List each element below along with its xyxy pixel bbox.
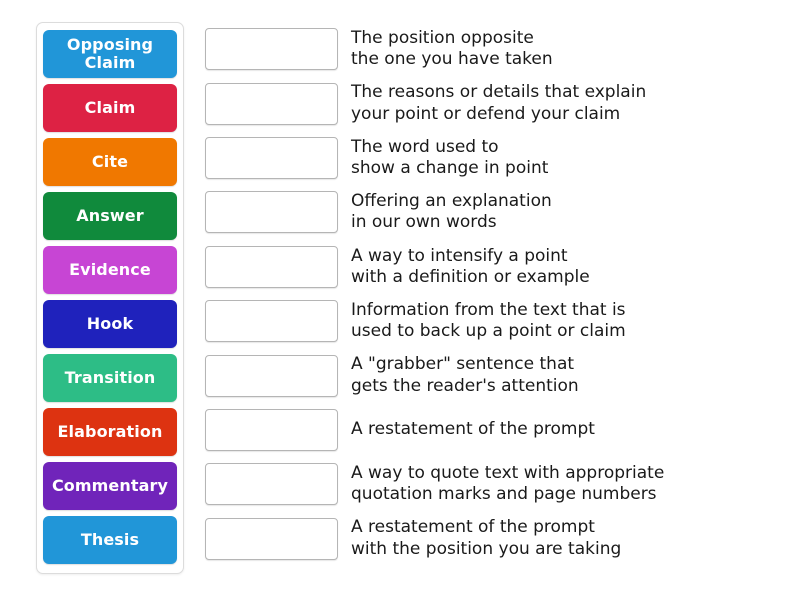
- definition-text: The position opposite the one you have t…: [351, 27, 553, 70]
- answer-dropzone[interactable]: [205, 408, 338, 451]
- term-tile-label: Answer: [76, 206, 144, 226]
- term-tile-label: Thesis: [80, 530, 140, 550]
- answer-dropzone[interactable]: [205, 82, 338, 125]
- match-row: The word used to show a change in point: [205, 131, 780, 185]
- definition-text: A restatement of the prompt: [351, 419, 595, 440]
- term-tile-hook[interactable]: Hook: [43, 300, 177, 348]
- term-tile-commentary[interactable]: Commentary: [43, 462, 177, 510]
- term-tile-claim[interactable]: Claim: [43, 84, 177, 132]
- term-tiles-panel: Opposing Claim Claim Cite Answer Evidenc…: [36, 22, 184, 574]
- definition-text: The reasons or details that explain your…: [351, 82, 647, 124]
- match-row: Offering an explanation in our own words: [205, 185, 780, 239]
- definition-text: Information from the text that is used t…: [351, 299, 626, 342]
- term-tile-elaboration[interactable]: Elaboration: [43, 408, 177, 456]
- answer-dropzone[interactable]: [205, 191, 338, 234]
- answer-dropzone[interactable]: [205, 354, 338, 397]
- term-tile-label: Opposing Claim: [66, 35, 154, 72]
- term-tile-transition[interactable]: Transition: [43, 354, 177, 402]
- match-row: A restatement of the prompt with the pos…: [205, 512, 780, 566]
- term-tile-evidence[interactable]: Evidence: [43, 246, 177, 294]
- definition-text: A way to intensify a point with a defini…: [351, 245, 590, 287]
- answer-dropzone[interactable]: [205, 136, 338, 179]
- definition-rows: The position opposite the one you have t…: [205, 22, 780, 566]
- term-tile-label: Transition: [64, 368, 156, 388]
- definition-text: A "grabber" sentence that gets the reade…: [351, 354, 579, 396]
- match-up-activity: Opposing Claim Claim Cite Answer Evidenc…: [0, 0, 800, 600]
- answer-dropzone[interactable]: [205, 517, 338, 560]
- term-tile-answer[interactable]: Answer: [43, 192, 177, 240]
- match-row: A way to quote text with appropriate quo…: [205, 457, 780, 511]
- match-row: A "grabber" sentence that gets the reade…: [205, 348, 780, 402]
- term-tile-label: Commentary: [51, 476, 169, 496]
- answer-dropzone[interactable]: [205, 245, 338, 288]
- answer-dropzone[interactable]: [205, 28, 338, 71]
- term-tile-label: Elaboration: [57, 422, 163, 442]
- definition-text: A restatement of the prompt with the pos…: [351, 517, 622, 559]
- answer-dropzone[interactable]: [205, 300, 338, 343]
- match-row: Information from the text that is used t…: [205, 294, 780, 348]
- match-row: A restatement of the prompt: [205, 403, 780, 457]
- match-row: The reasons or details that explain your…: [205, 76, 780, 130]
- match-row: A way to intensify a point with a defini…: [205, 240, 780, 294]
- term-tile-label: Claim: [84, 98, 136, 118]
- definition-text: Offering an explanation in our own words: [351, 191, 552, 233]
- term-tile-thesis[interactable]: Thesis: [43, 516, 177, 564]
- definition-text: A way to quote text with appropriate quo…: [351, 463, 665, 505]
- term-tile-label: Hook: [86, 314, 134, 334]
- answer-dropzone[interactable]: [205, 463, 338, 506]
- term-tile-label: Cite: [91, 152, 129, 172]
- term-tile-opposing-claim[interactable]: Opposing Claim: [43, 30, 177, 78]
- match-row: The position opposite the one you have t…: [205, 22, 780, 76]
- term-tile-cite[interactable]: Cite: [43, 138, 177, 186]
- definition-text: The word used to show a change in point: [351, 136, 549, 178]
- term-tile-label: Evidence: [69, 260, 151, 280]
